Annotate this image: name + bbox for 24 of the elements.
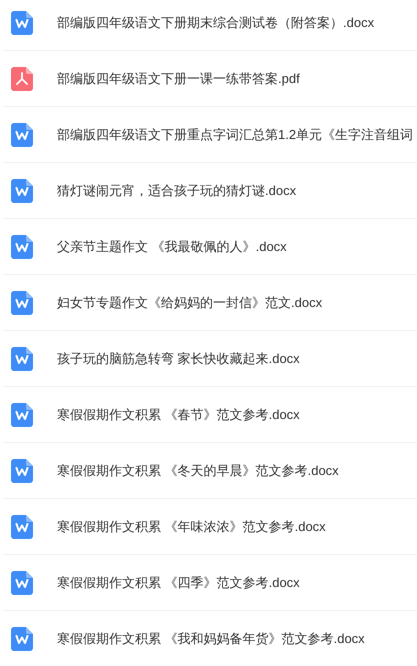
- file-name[interactable]: 寒假假期作文积累 《冬天的早晨》范文参考.docx: [57, 460, 339, 480]
- word-document-icon: [11, 122, 33, 146]
- file-name[interactable]: 部编版四年级语文下册一课一练带答案.pdf: [57, 68, 300, 88]
- file-name[interactable]: 妇女节专题作文《给妈妈的一封信》范文.docx: [57, 292, 322, 312]
- file-name[interactable]: 寒假假期作文积累 《我和妈妈备年货》范文参考.docx: [57, 628, 365, 648]
- pdf-document-icon: [11, 66, 33, 90]
- word-document-icon: [11, 458, 33, 482]
- word-document-icon: [11, 290, 33, 314]
- file-name[interactable]: 部编版四年级语文下册期末综合测试卷（附答案）.docx: [57, 12, 374, 32]
- file-name[interactable]: 部编版四年级语文下册重点字词汇总第1.2单元《生字注音组词: [57, 124, 414, 144]
- word-document-icon: [11, 514, 33, 538]
- file-name[interactable]: 父亲节主题作文 《我最敬佩的人》.docx: [57, 236, 287, 256]
- word-document-icon: [11, 626, 33, 650]
- word-document-icon: [11, 346, 33, 370]
- word-document-icon: [11, 570, 33, 594]
- word-document-icon: [11, 402, 33, 426]
- word-document-icon: [11, 10, 33, 34]
- file-name[interactable]: 寒假假期作文积累 《年味浓浓》范文参考.docx: [57, 516, 326, 536]
- file-name[interactable]: 寒假假期作文积累 《四季》范文参考.docx: [57, 572, 300, 592]
- word-document-icon: [11, 234, 33, 258]
- file-name[interactable]: 猜灯谜闹元宵，适合孩子玩的猜灯谜.docx: [57, 180, 296, 200]
- file-name[interactable]: 孩子玩的脑筋急转弯 家长快收藏起来.docx: [57, 348, 300, 368]
- file-name[interactable]: 寒假假期作文积累 《春节》范文参考.docx: [57, 404, 300, 424]
- word-document-icon: [11, 178, 33, 202]
